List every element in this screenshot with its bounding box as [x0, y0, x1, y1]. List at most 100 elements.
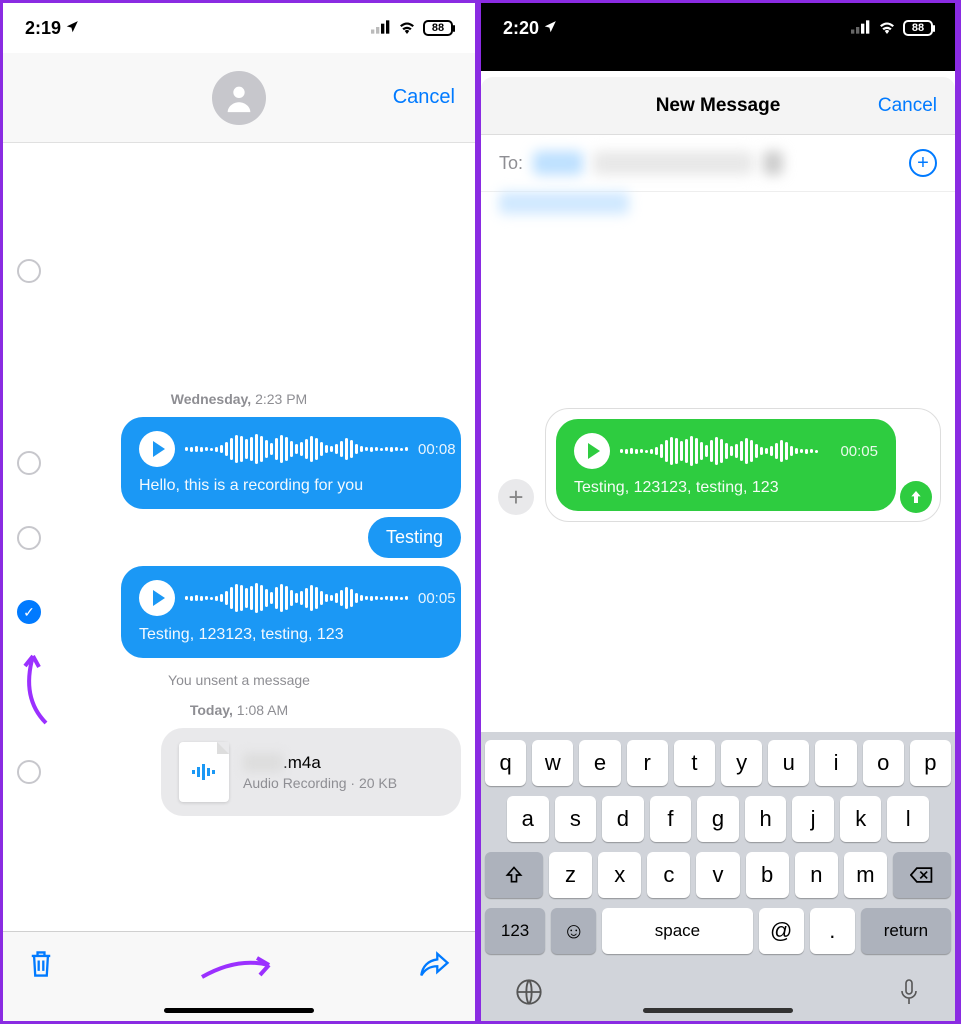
return-key[interactable]: return	[861, 908, 951, 954]
audio-caption: Hello, this is a recording for you	[139, 477, 443, 495]
file-meta: Audio Recording · 20 KB	[243, 775, 397, 791]
audio-message-bubble[interactable]: 00:08 Hello, this is a recording for you	[121, 417, 461, 509]
status-bar: 2:20 88	[481, 3, 955, 53]
keyboard: qwertyuiop asdfghjkl zxcvbnm 123 ☺ space…	[481, 732, 955, 1021]
timestamp-label: Wednesday, 2:23 PM	[17, 391, 461, 407]
audio-file-icon	[179, 742, 229, 802]
wifi-icon	[397, 18, 417, 39]
recipient-chip[interactable]	[593, 151, 753, 175]
key-p[interactable]: p	[910, 740, 951, 786]
status-bar: 2:19 88	[3, 3, 475, 53]
file-name: .m4a	[243, 753, 397, 773]
waveform	[185, 582, 408, 614]
file-attachment-bubble[interactable]: .m4a Audio Recording · 20 KB	[161, 728, 461, 816]
key-n[interactable]: n	[795, 852, 838, 898]
timestamp-label: Today, 1:08 AM	[17, 702, 461, 718]
battery-icon: 88	[423, 20, 453, 36]
key-u[interactable]: u	[768, 740, 809, 786]
dot-key[interactable]: .	[810, 908, 855, 954]
audio-message-bubble[interactable]: 00:05 Testing, 123123, testing, 123	[121, 566, 461, 658]
to-label: To:	[499, 153, 523, 174]
to-field-row[interactable]: To: +	[481, 135, 955, 192]
home-indicator[interactable]	[643, 1008, 793, 1013]
key-y[interactable]: y	[721, 740, 762, 786]
play-icon[interactable]	[139, 580, 175, 616]
contact-avatar[interactable]	[212, 71, 266, 125]
key-m[interactable]: m	[844, 852, 887, 898]
conversation-header: Cancel	[3, 53, 475, 143]
trash-icon[interactable]	[27, 949, 55, 984]
new-message-header: New Message Cancel	[481, 77, 955, 135]
key-s[interactable]: s	[555, 796, 597, 842]
select-checkbox-checked[interactable]: ✓	[17, 600, 41, 624]
space-key[interactable]: space	[602, 908, 752, 954]
signal-icon	[371, 18, 391, 39]
key-b[interactable]: b	[746, 852, 789, 898]
key-e[interactable]: e	[579, 740, 620, 786]
key-t[interactable]: t	[674, 740, 715, 786]
right-screenshot: 2:20 88 New Message Cancel To: + +	[478, 0, 958, 1024]
key-z[interactable]: z	[549, 852, 592, 898]
audio-duration: 00:05	[418, 590, 456, 607]
select-checkbox[interactable]	[17, 760, 41, 784]
key-c[interactable]: c	[647, 852, 690, 898]
emoji-key[interactable]: ☺	[551, 908, 596, 954]
annotation-arrow-icon	[197, 947, 277, 987]
at-key[interactable]: @	[759, 908, 804, 954]
system-message: You unsent a message	[17, 672, 461, 688]
key-h[interactable]: h	[745, 796, 787, 842]
key-x[interactable]: x	[598, 852, 641, 898]
key-i[interactable]: i	[815, 740, 856, 786]
add-recipient-button[interactable]: +	[909, 149, 937, 177]
compose-area: + 00:05 Testing, 123123, testing, 123	[481, 228, 955, 732]
add-attachment-button[interactable]: +	[498, 479, 534, 515]
send-button[interactable]	[900, 481, 932, 513]
recipient-chip[interactable]	[763, 151, 783, 175]
message-input[interactable]: + 00:05 Testing, 123123, testing, 123	[545, 408, 941, 522]
wifi-icon	[877, 18, 897, 39]
dictation-icon[interactable]	[897, 978, 921, 1011]
audio-caption: Testing, 123123, testing, 123	[574, 479, 878, 497]
numbers-key[interactable]: 123	[485, 908, 545, 954]
key-a[interactable]: a	[507, 796, 549, 842]
share-icon[interactable]	[419, 950, 451, 983]
key-k[interactable]: k	[840, 796, 882, 842]
globe-icon[interactable]	[515, 978, 543, 1011]
key-v[interactable]: v	[696, 852, 739, 898]
waveform	[185, 433, 408, 465]
select-checkbox[interactable]	[17, 451, 41, 475]
shift-key[interactable]	[485, 852, 543, 898]
key-j[interactable]: j	[792, 796, 834, 842]
location-icon	[543, 18, 557, 39]
play-icon[interactable]	[139, 431, 175, 467]
key-g[interactable]: g	[697, 796, 739, 842]
page-title: New Message	[656, 95, 781, 117]
status-time: 2:20	[503, 18, 539, 39]
key-w[interactable]: w	[532, 740, 573, 786]
battery-icon: 88	[903, 20, 933, 36]
select-checkbox[interactable]	[17, 259, 41, 283]
audio-caption: Testing, 123123, testing, 123	[139, 626, 443, 644]
key-l[interactable]: l	[887, 796, 929, 842]
audio-duration: 00:05	[840, 443, 878, 460]
key-d[interactable]: d	[602, 796, 644, 842]
recipient-chip[interactable]	[499, 192, 629, 214]
audio-message-bubble[interactable]: 00:05 Testing, 123123, testing, 123	[556, 419, 896, 511]
key-r[interactable]: r	[627, 740, 668, 786]
text-message-bubble[interactable]: Testing	[368, 517, 461, 558]
select-checkbox[interactable]	[17, 526, 41, 550]
recipient-chip[interactable]	[533, 151, 583, 175]
cancel-button[interactable]: Cancel	[878, 95, 937, 117]
waveform	[620, 435, 830, 467]
home-indicator[interactable]	[164, 1008, 314, 1013]
key-f[interactable]: f	[650, 796, 692, 842]
key-o[interactable]: o	[863, 740, 904, 786]
signal-icon	[851, 18, 871, 39]
key-q[interactable]: q	[485, 740, 526, 786]
messages-list[interactable]: Wednesday, 2:23 PM 00:08 Hello, this is …	[3, 143, 475, 883]
cancel-button[interactable]: Cancel	[393, 86, 455, 109]
play-icon[interactable]	[574, 433, 610, 469]
backspace-key[interactable]	[893, 852, 951, 898]
location-icon	[65, 18, 79, 39]
status-time: 2:19	[25, 18, 61, 39]
